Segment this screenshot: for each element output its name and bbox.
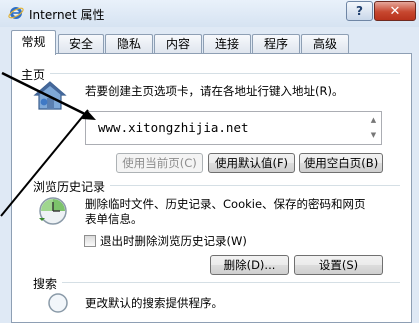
homepage-description: 若要创建主页选项卡，请在各地址行键入地址(R)。 [85,84,344,98]
delete-button[interactable]: 删除(D)... [210,255,289,275]
use-default-button[interactable]: 使用默认值(F) [208,153,295,173]
history-clock-icon [39,197,67,225]
tab-security[interactable]: 安全 [58,34,104,53]
use-blank-button[interactable]: 使用空白页(B) [299,153,383,173]
close-icon: ✕ [389,3,401,19]
tab-connections[interactable]: 连接 [203,34,251,53]
tab-programs[interactable]: 程序 [252,34,300,53]
tab-privacy[interactable]: 隐私 [105,34,153,53]
homepage-address-input[interactable]: www.xitongzhijia.net ▲ ▼ [85,111,382,145]
homepage-divider [50,73,400,74]
internet-explorer-icon [8,7,24,19]
search-group-label: 搜索 [33,275,62,292]
title-bar: Internet 属性 ? ✕ [0,0,419,27]
scroll-up-icon[interactable]: ▲ [368,115,379,126]
settings-button[interactable]: 设置(S) [294,255,383,275]
use-current-button[interactable]: 使用当前页(C) [116,153,203,173]
tab-general[interactable]: 常规 [11,30,56,55]
delete-on-exit-label[interactable]: 退出时删除浏览历史记录(W) [100,233,247,249]
close-button[interactable]: ✕ [374,1,416,21]
scroll-down-icon[interactable]: ▼ [368,130,379,141]
help-button[interactable]: ? [346,1,373,21]
search-divider [62,282,400,283]
tab-advanced[interactable]: 高级 [301,34,349,53]
search-description: 更改默认的搜索提供程序。 [85,296,223,310]
search-icon [48,293,68,313]
history-group-label: 浏览历史记录 [33,178,110,195]
delete-on-exit-checkbox[interactable] [84,235,96,247]
window-title: Internet 属性 [29,8,105,22]
homepage-address-text: www.xitongzhijia.net [98,120,249,135]
tab-content[interactable]: 内容 [154,34,202,53]
history-description-line2: 表单信息。 [85,212,143,226]
house-icon [33,81,67,110]
history-divider [110,185,400,186]
